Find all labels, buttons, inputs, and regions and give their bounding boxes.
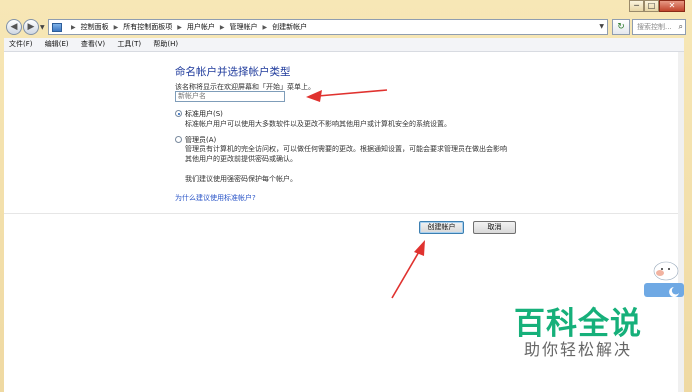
annotation-arrows	[306, 89, 425, 299]
annotation-arrow-to-create-button	[391, 240, 425, 299]
window-frame: ─ □ ✕ ◀ ▶ ▼ ▶ 控制面板 ▶ 所有控制面板项 ▶ 用户帐户 ▶ 管理…	[0, 0, 692, 392]
annotation-arrow-to-name-input	[306, 89, 388, 102]
